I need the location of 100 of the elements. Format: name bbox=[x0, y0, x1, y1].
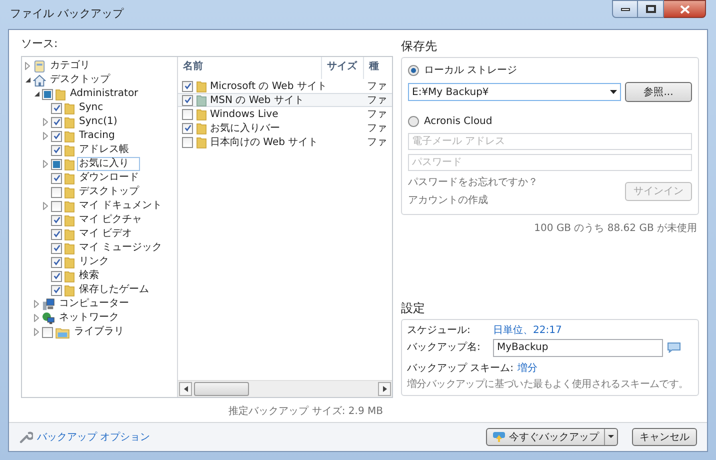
checkbox[interactable] bbox=[42, 88, 53, 100]
tree-item[interactable]: Administrator bbox=[68, 87, 140, 101]
folder-icon bbox=[64, 270, 75, 282]
file-type: ファ bbox=[366, 136, 387, 150]
checkbox[interactable] bbox=[42, 326, 53, 338]
collapsed-arrow-icon[interactable] bbox=[43, 202, 48, 210]
column-header[interactable]: 種 bbox=[364, 57, 392, 79]
tree-item[interactable]: マイ ミュージック bbox=[77, 241, 164, 255]
folder-icon bbox=[64, 172, 75, 184]
checkbox[interactable] bbox=[51, 284, 62, 296]
wrench-icon bbox=[19, 430, 33, 444]
right-arrow-icon[interactable] bbox=[382, 386, 386, 392]
tree-item[interactable]: カテゴリ bbox=[48, 59, 92, 73]
checkbox[interactable] bbox=[51, 144, 62, 156]
tree-item[interactable]: お気に入り bbox=[77, 157, 140, 171]
folder-icon bbox=[55, 88, 66, 100]
path-dropdown[interactable]: E:¥My Backup¥ bbox=[408, 83, 621, 101]
schedule-link[interactable]: 日単位、22:17 bbox=[493, 322, 562, 338]
collapsed-arrow-icon[interactable] bbox=[43, 118, 48, 126]
checkbox[interactable] bbox=[51, 256, 62, 268]
destination-heading: 保存先 bbox=[401, 38, 438, 55]
maximize-button[interactable] bbox=[638, 0, 664, 18]
folder-icon bbox=[64, 256, 75, 268]
window-title: ファイル バックアップ bbox=[10, 6, 125, 22]
column-header[interactable]: サイズ bbox=[322, 57, 364, 79]
checkbox[interactable] bbox=[182, 122, 193, 134]
checkbox[interactable] bbox=[51, 116, 62, 128]
checkbox[interactable] bbox=[51, 270, 62, 282]
expanded-arrow-icon[interactable] bbox=[34, 91, 40, 97]
tree-item[interactable]: 保存したゲーム bbox=[77, 283, 151, 297]
close-button[interactable] bbox=[664, 0, 706, 18]
document-icon bbox=[33, 60, 46, 72]
tree-item[interactable]: 検索 bbox=[77, 269, 101, 283]
checkbox[interactable] bbox=[51, 186, 62, 198]
tree-item[interactable]: ダウンロード bbox=[77, 171, 141, 185]
create-account-link[interactable]: アカウントの作成 bbox=[408, 193, 488, 208]
radio-button[interactable] bbox=[408, 65, 419, 76]
collapsed-arrow-icon[interactable] bbox=[34, 314, 39, 322]
checkbox[interactable] bbox=[182, 108, 193, 120]
left-arrow-icon[interactable] bbox=[184, 386, 188, 392]
cancel-button[interactable]: キャンセル bbox=[632, 428, 697, 446]
tree-item[interactable]: デスクトップ bbox=[77, 185, 141, 199]
file-row[interactable]: MSN の Web サイト ファ bbox=[178, 93, 392, 107]
file-row[interactable]: Microsoft の Web サイト ファ bbox=[178, 79, 392, 93]
checkbox[interactable] bbox=[51, 158, 62, 170]
folder-icon bbox=[64, 186, 75, 198]
tree-item[interactable]: コンピューター bbox=[57, 297, 131, 311]
caret-icon[interactable] bbox=[608, 435, 614, 439]
radio-label[interactable]: ローカル ストレージ bbox=[424, 63, 518, 78]
folder-icon bbox=[64, 214, 75, 226]
browse-button[interactable]: 参照... bbox=[625, 82, 692, 102]
expanded-arrow-icon[interactable] bbox=[24, 77, 30, 83]
tree-item[interactable]: マイ ピクチャ bbox=[77, 213, 144, 227]
collapsed-arrow-icon[interactable] bbox=[34, 328, 39, 336]
tree-item[interactable]: デスクトップ bbox=[48, 73, 112, 87]
column-header[interactable]: 名前 bbox=[178, 57, 322, 79]
checkbox[interactable] bbox=[182, 80, 193, 92]
file-row[interactable]: 日本向けの Web サイト ファ bbox=[178, 135, 392, 149]
collapsed-arrow-icon[interactable] bbox=[43, 132, 48, 140]
tree-item[interactable]: ネットワーク bbox=[57, 311, 121, 325]
backup-options-link[interactable]: バックアップ オプション bbox=[37, 430, 150, 444]
scheme-link[interactable]: 増分 bbox=[518, 360, 538, 376]
folder-icon bbox=[64, 242, 75, 254]
file-row[interactable]: お気に入りバー ファ bbox=[178, 121, 392, 135]
checkbox[interactable] bbox=[182, 94, 193, 106]
tree-item[interactable]: マイ ドキュメント bbox=[77, 199, 164, 213]
tree-item[interactable]: マイ ビデオ bbox=[77, 227, 134, 241]
checkbox[interactable] bbox=[51, 242, 62, 254]
folder-icon bbox=[64, 116, 75, 128]
collapsed-arrow-icon[interactable] bbox=[25, 62, 30, 70]
tree-item[interactable]: アドレス帳 bbox=[77, 143, 131, 157]
tree-item[interactable]: Sync bbox=[77, 101, 106, 115]
file-row[interactable]: Windows Live ファ bbox=[178, 107, 392, 121]
radio-label[interactable]: Acronis Cloud bbox=[424, 114, 492, 129]
tree-item[interactable]: リンク bbox=[77, 255, 111, 269]
checkbox[interactable] bbox=[51, 200, 62, 212]
folder-icon bbox=[64, 228, 75, 240]
radio-button[interactable] bbox=[408, 116, 419, 127]
comment-icon[interactable] bbox=[667, 342, 681, 353]
schedule-label: スケジュール: bbox=[407, 324, 472, 338]
checkbox[interactable] bbox=[51, 172, 62, 184]
checkbox[interactable] bbox=[51, 102, 62, 114]
tree-item[interactable]: Tracing bbox=[77, 129, 117, 143]
file-type: ファ bbox=[366, 108, 387, 122]
backup-name-field[interactable]: MyBackup bbox=[493, 338, 663, 356]
computer-icon bbox=[42, 298, 55, 310]
horizontal-scrollbar[interactable] bbox=[178, 380, 392, 397]
backup-now-label: 今すぐバックアップ bbox=[509, 430, 599, 444]
forgot-password-link[interactable]: パスワードをお忘れですか？ bbox=[408, 175, 538, 190]
minimize-button[interactable] bbox=[612, 0, 638, 18]
backup-now-split-button[interactable]: 今すぐバックアップ bbox=[486, 428, 618, 446]
checkbox[interactable] bbox=[182, 136, 193, 148]
checkbox[interactable] bbox=[51, 228, 62, 240]
checkbox[interactable] bbox=[51, 214, 62, 226]
collapsed-arrow-icon[interactable] bbox=[43, 160, 48, 168]
tree-item[interactable]: ライブラリ bbox=[72, 325, 126, 339]
checkbox[interactable] bbox=[51, 130, 62, 142]
collapsed-arrow-icon[interactable] bbox=[34, 300, 39, 308]
tree-item[interactable]: Sync(1) bbox=[77, 115, 120, 129]
dropdown-arrow-icon bbox=[610, 90, 617, 94]
